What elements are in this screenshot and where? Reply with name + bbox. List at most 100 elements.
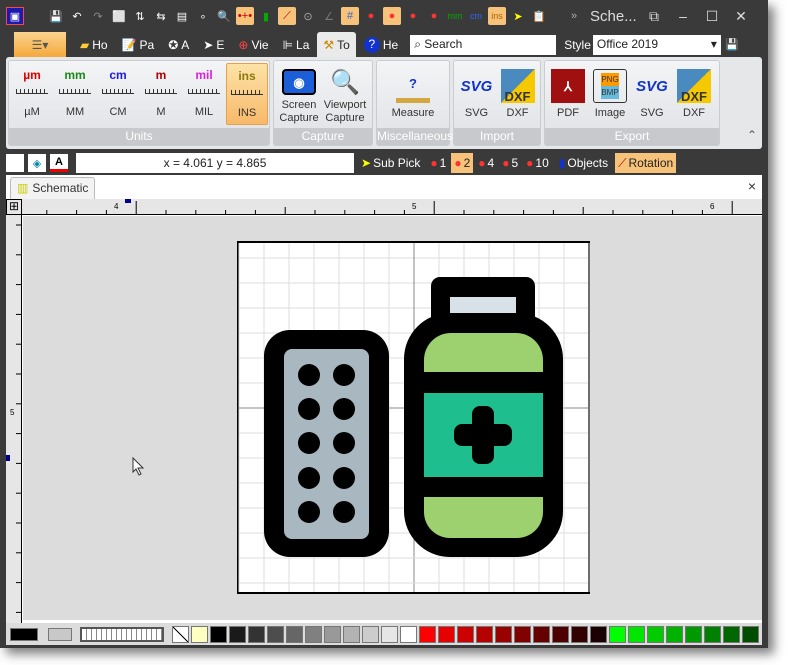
color-swatch[interactable] — [742, 625, 759, 643]
save-icon[interactable]: 💾 — [47, 7, 65, 25]
tab-help[interactable]: ? He — [358, 34, 404, 56]
file-menu-button[interactable]: ☰▾ — [14, 32, 66, 57]
screen-capture-button[interactable]: ◉ Screen Capture — [276, 63, 322, 125]
unit-m-button[interactable]: mM — [140, 63, 182, 125]
component-icon[interactable]: ▤ — [173, 7, 191, 25]
tab-view[interactable]: ⊕ Vie — [232, 35, 274, 55]
pick4-icon[interactable]: ● — [404, 7, 422, 25]
ruler-origin-icon[interactable]: ⊞ — [6, 199, 22, 215]
search-input[interactable]: ⌕ Search — [410, 34, 557, 55]
tab-tools[interactable]: ⚒ To — [317, 32, 356, 57]
color-swatch[interactable] — [229, 625, 246, 643]
pick-10-button[interactable]: ● 10 — [523, 153, 552, 173]
color-swatch[interactable] — [685, 625, 702, 643]
color-swatch[interactable] — [248, 625, 265, 643]
color-swatch[interactable] — [457, 625, 474, 643]
grid-icon[interactable]: # — [341, 7, 359, 25]
pick-5-button[interactable]: ● 5 — [499, 153, 521, 173]
unit-mil-button[interactable]: mil MIL — [183, 63, 225, 125]
color-swatch[interactable] — [533, 625, 550, 643]
angle-icon[interactable]: ∠ — [320, 7, 338, 25]
tab-layers[interactable]: ⊫ La — [277, 35, 316, 55]
rotation-button[interactable]: ⟋ Rotation — [615, 153, 677, 173]
tab-schematic[interactable]: ▥ Schematic — [10, 177, 96, 199]
color-swatch[interactable] — [438, 625, 455, 643]
color-swatch[interactable] — [286, 625, 303, 643]
color-swatch[interactable] — [704, 625, 721, 643]
objects-button[interactable]: ▮ Objects — [556, 153, 611, 173]
color-swatch[interactable] — [267, 625, 284, 643]
color-swatch[interactable] — [514, 625, 531, 643]
mm-unit-icon[interactable]: mm — [446, 7, 464, 25]
restore-icon[interactable]: ⧉ — [641, 8, 667, 25]
line-style-selector[interactable] — [80, 626, 164, 642]
color-swatch[interactable] — [571, 625, 588, 643]
color-swatch[interactable] — [495, 625, 512, 643]
tab-edit[interactable]: ➤ E — [197, 35, 230, 55]
pick-4-button[interactable]: ● 4 — [475, 153, 497, 173]
color-swatch[interactable] — [723, 625, 740, 643]
no-color-swatch[interactable] — [172, 625, 189, 643]
fill-icon[interactable]: ◈ — [28, 154, 46, 172]
color-swatch[interactable] — [400, 625, 417, 643]
pick-1-button[interactable]: ● 1 — [427, 153, 449, 173]
viewport-capture-button[interactable]: 🔍 Viewport Capture — [322, 63, 368, 125]
collapse-ribbon-icon[interactable]: ⌃ — [747, 128, 757, 142]
maximize-button[interactable]: ☐ — [699, 8, 725, 25]
measure-button[interactable]: ? Measure — [383, 63, 443, 125]
pick-2-button[interactable]: ● 2 — [451, 153, 474, 173]
unit-ins-button[interactable]: ins INS — [226, 63, 268, 125]
rotation-icon[interactable]: ⟋ — [278, 7, 296, 25]
color-swatch[interactable] — [191, 625, 208, 643]
tab-page[interactable]: 📝 Pa — [116, 35, 161, 55]
style-select[interactable]: Office 2019 ▾ — [592, 34, 721, 55]
cm-unit-icon[interactable]: cm — [467, 7, 485, 25]
tab-a[interactable]: ✪ A — [162, 35, 195, 55]
color-swatch[interactable] — [476, 625, 493, 643]
background-color-swatch[interactable] — [48, 627, 72, 641]
pick10-icon[interactable]: ● — [425, 7, 443, 25]
color-swatch[interactable] — [628, 625, 645, 643]
color-swatch[interactable] — [305, 625, 322, 643]
close-button[interactable]: ✕ — [728, 8, 754, 25]
pick1-icon[interactable]: ● — [362, 7, 380, 25]
medicine-bottle-shape[interactable] — [404, 277, 563, 557]
drawing-canvas[interactable] — [23, 216, 762, 620]
select-icon[interactable]: ➤ — [509, 7, 527, 25]
text-color-icon[interactable]: A — [50, 154, 68, 172]
color-swatch[interactable] — [362, 625, 379, 643]
flip-horizontal-icon[interactable]: ⇆ — [152, 7, 170, 25]
import-svg-button[interactable]: SVG SVG — [456, 63, 497, 125]
export-dxf-button[interactable]: DXF DXF — [673, 63, 715, 125]
objects-icon[interactable]: ▮ — [257, 7, 275, 25]
save-style-icon[interactable]: 💾 — [723, 36, 741, 54]
unit-cm-button[interactable]: cm CM — [97, 63, 139, 125]
flip-vertical-icon[interactable]: ⇅ — [131, 7, 149, 25]
foreground-color-swatch[interactable] — [10, 627, 38, 641]
node-icon[interactable]: ∘ — [194, 7, 212, 25]
color-swatch[interactable] — [210, 625, 227, 643]
color-swatch[interactable] — [324, 625, 341, 643]
color-swatch[interactable] — [552, 625, 569, 643]
tab-home[interactable]: ▰ Ho — [74, 35, 114, 55]
ins-unit-icon[interactable]: ins — [488, 7, 506, 25]
pick2-icon[interactable]: ● — [383, 7, 401, 25]
color-swatch[interactable] — [381, 625, 398, 643]
pin-icon[interactable]: •+• — [236, 7, 254, 25]
unit-µm-button[interactable]: µm µM — [11, 63, 53, 125]
color-swatch[interactable] — [343, 625, 360, 643]
color-swatch[interactable] — [419, 625, 436, 643]
pen-icon[interactable]: ✎ — [6, 154, 24, 172]
properties-icon[interactable]: 📋 — [530, 7, 548, 25]
overflow-icon[interactable]: » — [565, 7, 583, 25]
minimize-button[interactable]: – — [670, 8, 696, 24]
anchor-icon[interactable]: ⊙ — [299, 7, 317, 25]
color-swatch[interactable] — [590, 625, 607, 643]
rectangle-icon[interactable]: ⬜ — [110, 7, 128, 25]
export-image-button[interactable]: PNG BMP Image — [589, 63, 631, 125]
unit-mm-button[interactable]: mm MM — [54, 63, 96, 125]
sub-pick-button[interactable]: ➤ Sub Pick — [358, 153, 423, 173]
color-swatch[interactable] — [609, 625, 626, 643]
export-pdf-button[interactable]: ⅄ PDF — [547, 63, 589, 125]
export-svg-button[interactable]: SVG SVG — [631, 63, 673, 125]
